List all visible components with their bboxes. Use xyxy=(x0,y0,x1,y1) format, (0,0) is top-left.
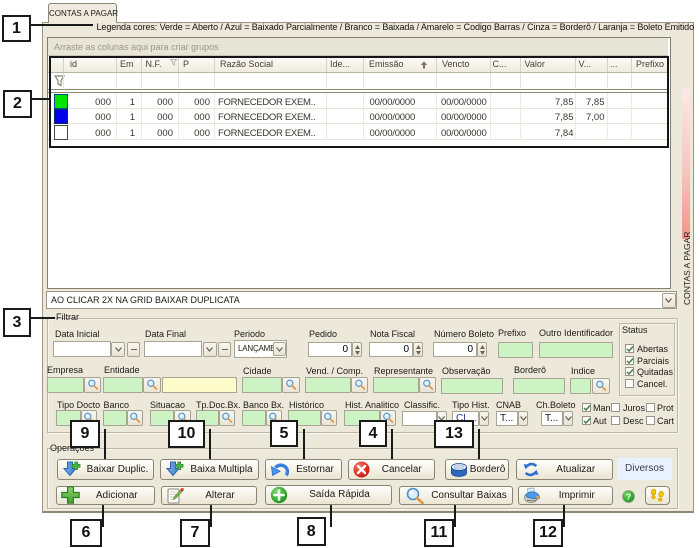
svg-text:?: ? xyxy=(626,491,631,501)
